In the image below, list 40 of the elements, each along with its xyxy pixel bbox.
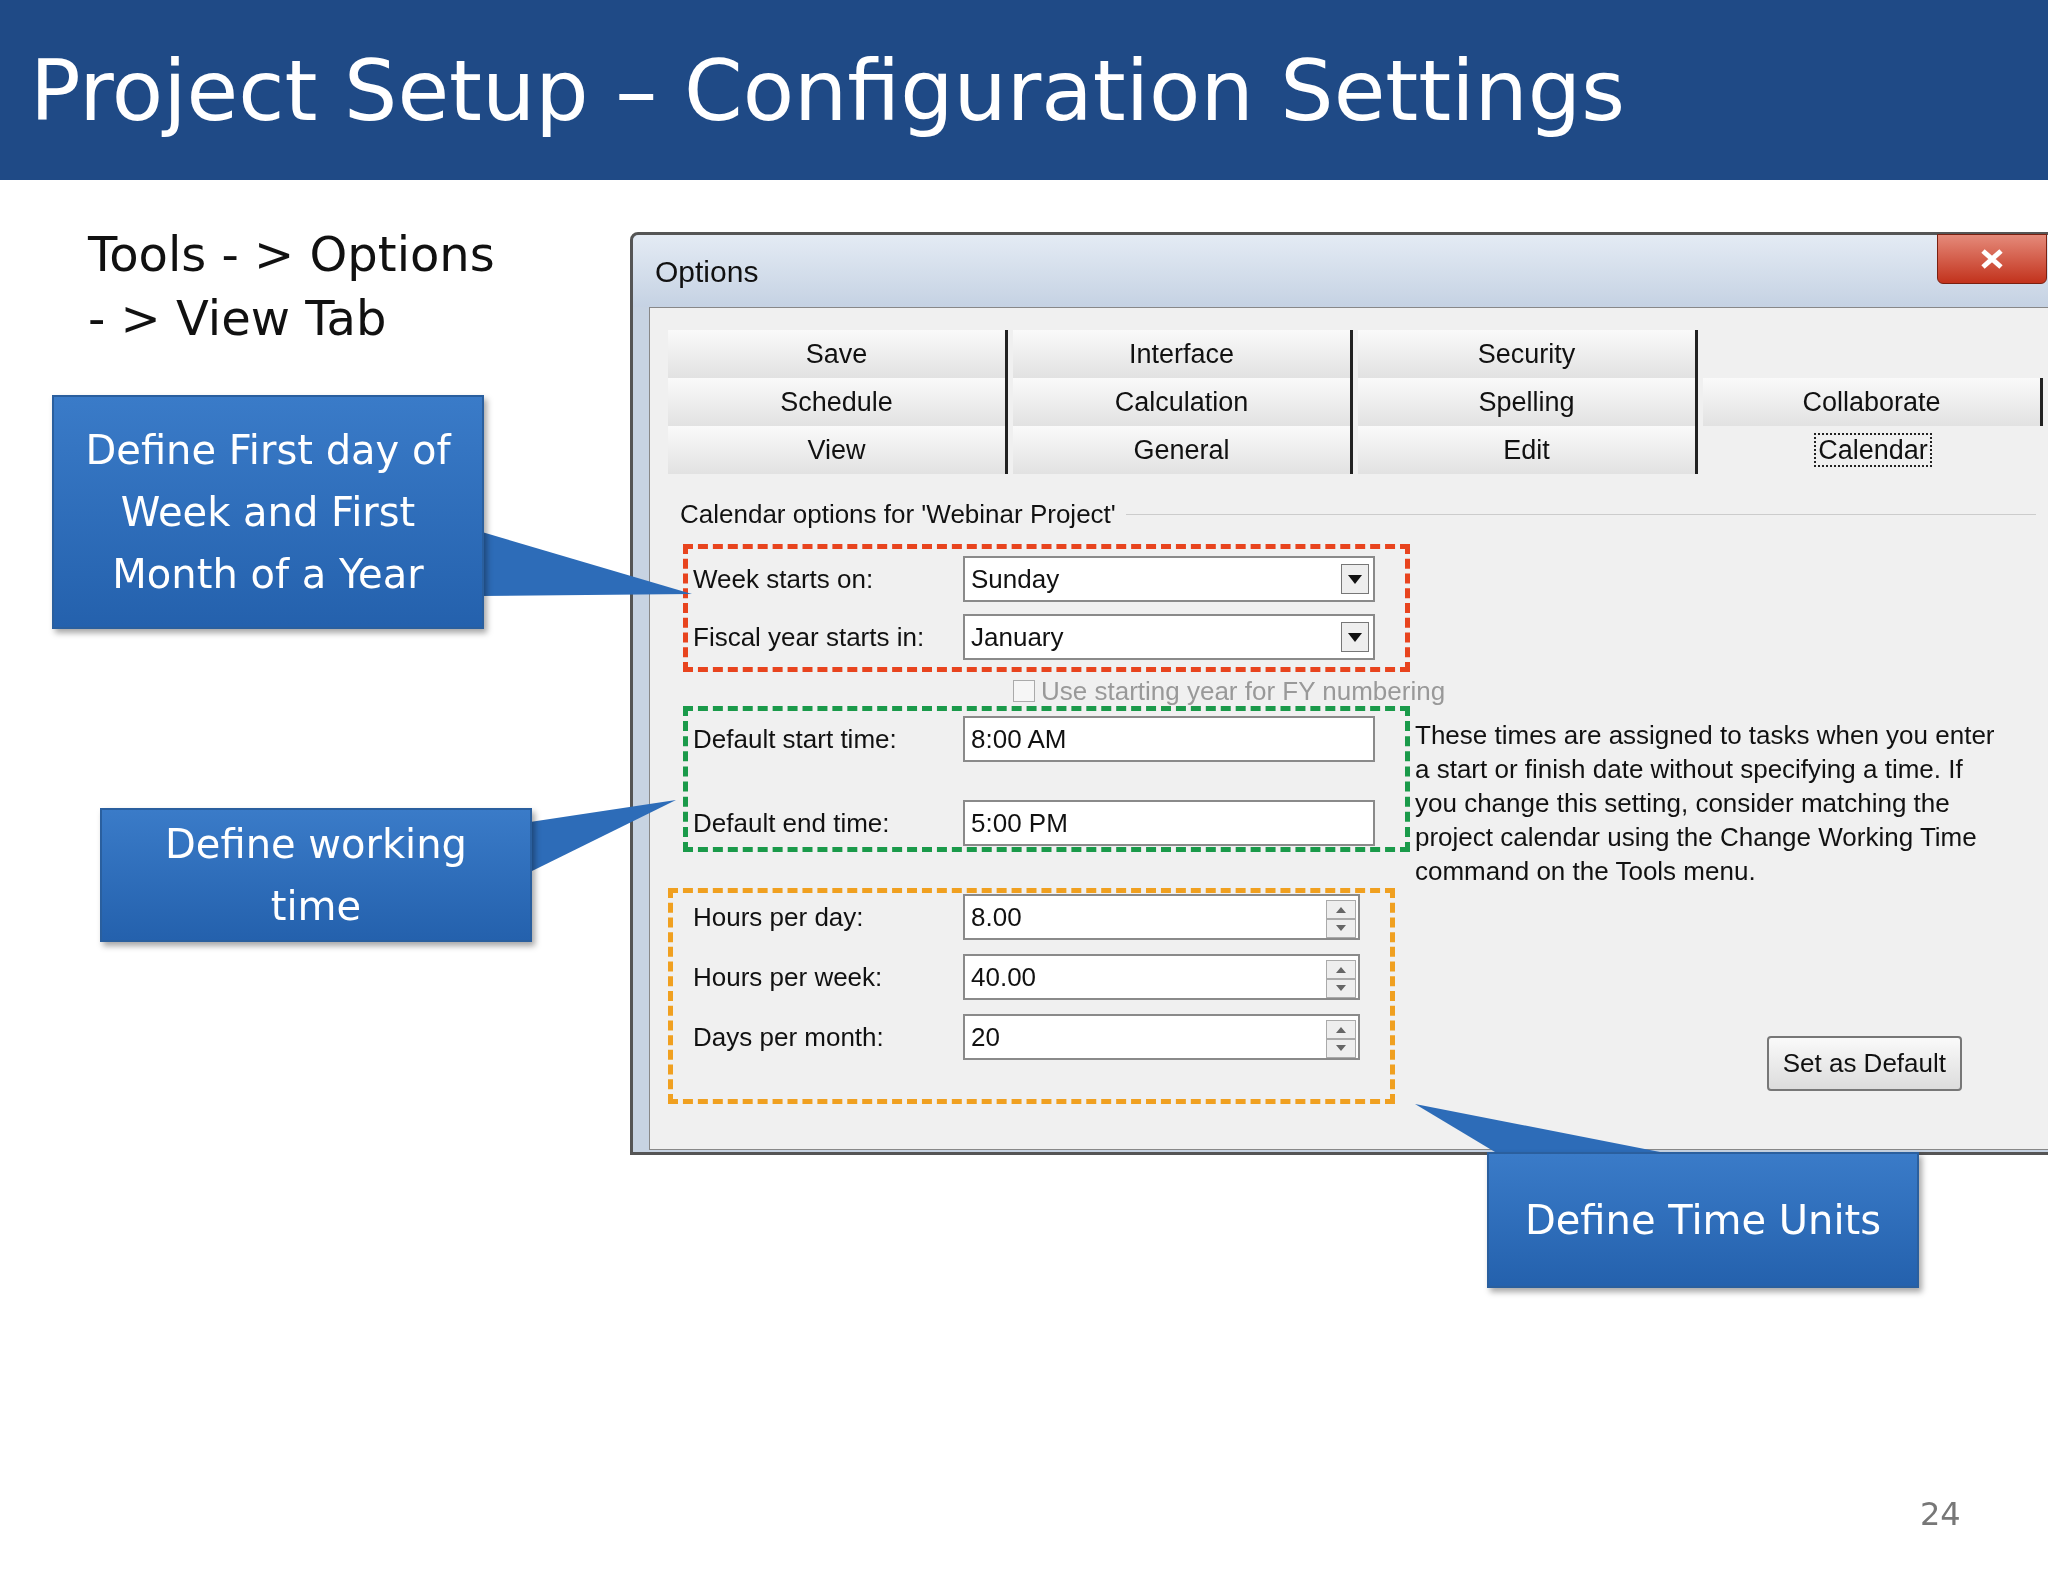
slide-title: Project Setup – Configuration Settings	[0, 0, 2048, 180]
field-label: Default start time:	[693, 722, 898, 756]
field-label: Hours per day:	[693, 900, 865, 934]
tab[interactable]: Schedule	[668, 378, 1008, 426]
tab[interactable]: Interface	[1013, 330, 1353, 378]
window-title: Options	[655, 253, 759, 290]
field-label: Hours per week:	[693, 960, 884, 994]
close-button[interactable]	[1937, 234, 2047, 284]
callout: Define Time Units	[1487, 1152, 1919, 1288]
dropdown-field[interactable]: January	[963, 614, 1375, 660]
tab[interactable]: Edit	[1358, 426, 1698, 474]
field-label: Fiscal year starts in:	[693, 620, 926, 654]
tab[interactable]: Security	[1358, 330, 1698, 378]
section-title: Calendar options for 'Webinar Project'	[680, 497, 1116, 531]
spin-arrows-icon	[1326, 958, 1356, 996]
field-label: Days per month:	[693, 1020, 885, 1054]
tab[interactable]: View	[668, 426, 1008, 474]
input-field[interactable]: 5:00 PM	[963, 800, 1375, 846]
spin-field[interactable]: 20	[963, 1014, 1360, 1060]
spin-field[interactable]: 40.00	[963, 954, 1360, 1000]
tab[interactable]: Calculation	[1013, 378, 1353, 426]
set-as-default-button[interactable]: Set as Default	[1766, 1036, 1962, 1091]
spin-arrows-icon	[1326, 1018, 1356, 1056]
spin-arrows-icon	[1326, 898, 1356, 936]
tab[interactable]: General	[1013, 426, 1353, 474]
field-label: Default end time:	[693, 806, 891, 840]
callout: Define First day of Week and First Month of a Year	[52, 395, 484, 629]
spin-field[interactable]: 8.00	[963, 894, 1360, 940]
tab[interactable]: Collaborate	[1703, 378, 2043, 426]
dropdown-field[interactable]: Sunday	[963, 556, 1375, 602]
tab[interactable]: Spelling	[1358, 378, 1698, 426]
close-icon	[1979, 248, 2005, 270]
checkbox-label: Use starting year for FY numbering	[1041, 674, 1446, 708]
tab[interactable]: Save	[668, 330, 1008, 378]
callout: Define working time	[100, 808, 532, 942]
page-number: 24	[1920, 1494, 1961, 1535]
menu-path-text: Tools - > Options - > View Tab	[88, 225, 496, 348]
field-label: Week starts on:	[693, 562, 875, 596]
input-field[interactable]: 8:00 AM	[963, 716, 1375, 762]
description-text: These times are assigned to tasks when you enter a start or finish date without specifying a time. If you change this setting, consider matching the project calendar using the Change Working Time command on the Tools menu.	[1415, 719, 1996, 888]
